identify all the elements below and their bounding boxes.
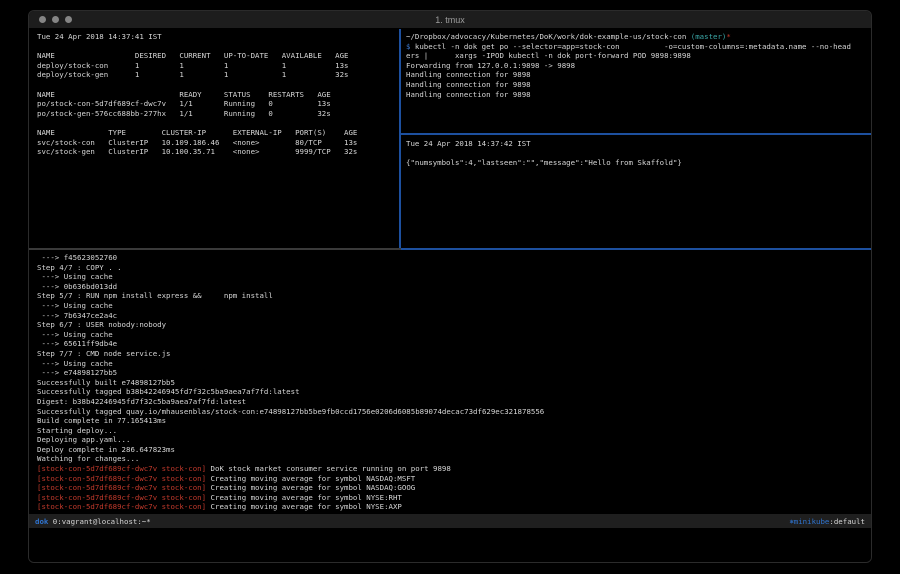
terminal-line: Tue 24 Apr 2018 14:37:41 IST <box>37 32 399 42</box>
terminal-line: po/stock-con-5d7df689cf-dwc7v 1/1 Runnin… <box>37 99 399 109</box>
terminal-line <box>37 118 399 128</box>
terminal-line: deploy/stock-gen 1 1 1 1 32s <box>37 70 399 80</box>
window-list-item[interactable]: 0:vagrant@localhost:~* <box>48 517 150 526</box>
pane-border-split[interactable] <box>29 248 871 250</box>
terminal-line: Digest: b38b42246945fd7f32c5ba9aea7af7fd… <box>37 397 871 407</box>
terminal-line: [stock-con-5d7df689cf-dwc7v stock-con] C… <box>37 493 871 503</box>
kube-context: minikube <box>794 517 830 526</box>
tmux-status-bar: dok 0:vagrant@localhost:~* ⎈minikube:def… <box>29 514 871 528</box>
terminal-line: ---> e74898127bb5 <box>37 368 871 378</box>
terminal-line <box>37 80 399 90</box>
terminal-line: ~/Dropbox/advocacy/Kubernetes/DoK/work/d… <box>406 32 871 42</box>
terminal-line: Tue 24 Apr 2018 14:37:42 IST <box>406 139 871 149</box>
terminal-line: [stock-con-5d7df689cf-dwc7v stock-con] C… <box>37 502 871 512</box>
terminal-line: Watching for changes... <box>37 454 871 464</box>
window-title: 1. tmux <box>29 15 871 25</box>
terminal-line: {"numsymbols":4,"lastseen":"","message":… <box>406 158 871 168</box>
pane-border-inactive-segment <box>29 248 401 250</box>
terminal-line: deploy/stock-con 1 1 1 1 13s <box>37 61 399 71</box>
terminal-line: ---> Using cache <box>37 359 871 369</box>
terminal-line: Handling connection for 9898 <box>406 70 871 80</box>
terminal-line: Step 5/7 : RUN npm install express && np… <box>37 291 871 301</box>
pane-port-forward[interactable]: ~/Dropbox/advocacy/Kubernetes/DoK/work/d… <box>401 29 871 133</box>
pane-kubectl-watch[interactable]: Tue 24 Apr 2018 14:37:41 IST NAME DESIRED… <box>29 29 399 248</box>
terminal-line: NAME READY STATUS RESTARTS AGE <box>37 90 399 100</box>
desktop-background: 1. tmux Tue 24 Apr 2018 14:37:41 IST NAME… <box>0 0 900 574</box>
terminal-line: Forwarding from 127.0.0.1:9898 -> 9898 <box>406 61 871 71</box>
tmux-session: Tue 24 Apr 2018 14:37:41 IST NAME DESIRED… <box>29 29 871 562</box>
terminal-line: Handling connection for 9898 <box>406 80 871 90</box>
terminal-line: ---> 0b636bd013dd <box>37 282 871 292</box>
kube-namespace: :default <box>829 517 865 526</box>
terminal-line: ---> f45623052760 <box>37 253 871 263</box>
terminal-line: [stock-con-5d7df689cf-dwc7v stock-con] C… <box>37 474 871 484</box>
terminal-line: Successfully built e74898127bb5 <box>37 378 871 388</box>
terminal-line: $ kubectl -n dok get po --selector=app=s… <box>406 42 871 52</box>
terminal-line: Deploying app.yaml... <box>37 435 871 445</box>
terminal-line: Deploy complete in 286.647823ms <box>37 445 871 455</box>
terminal-line: svc/stock-con ClusterIP 10.109.186.46 <n… <box>37 138 399 148</box>
terminal-line: ---> Using cache <box>37 301 871 311</box>
pane-border-active-segment <box>401 248 871 250</box>
terminal-line: ---> 65611ff9db4e <box>37 339 871 349</box>
pane-skaffold-build-log[interactable]: ---> f45623052760Step 4/7 : COPY . . ---… <box>29 250 871 514</box>
terminal-line: ---> Using cache <box>37 272 871 282</box>
terminal-line: NAME DESIRED CURRENT UP-TO-DATE AVAILABL… <box>37 51 399 61</box>
terminal-line: po/stock-gen-576cc688bb-277hx 1/1 Runnin… <box>37 109 399 119</box>
terminal-line: ---> 7b6347ce2a4c <box>37 311 871 321</box>
terminal-line: [stock-con-5d7df689cf-dwc7v stock-con] C… <box>37 483 871 493</box>
tmux-top-region: Tue 24 Apr 2018 14:37:41 IST NAME DESIRED… <box>29 29 871 248</box>
window-titlebar[interactable]: 1. tmux <box>29 11 871 29</box>
terminal-line: Build complete in 77.165413ms <box>37 416 871 426</box>
tmux-right-column: ~/Dropbox/advocacy/Kubernetes/DoK/work/d… <box>401 29 871 248</box>
terminal-line: Successfully tagged b38b42246945fd7f32c5… <box>37 387 871 397</box>
terminal-line: ers | xargs -IPOD kubectl -n dok port-fo… <box>406 51 871 61</box>
terminal-window: 1. tmux Tue 24 Apr 2018 14:37:41 IST NAME… <box>28 10 872 563</box>
terminal-line: Starting deploy... <box>37 426 871 436</box>
terminal-line: svc/stock-gen ClusterIP 10.100.35.71 <no… <box>37 147 399 157</box>
terminal-line <box>406 149 871 159</box>
terminal-line: Step 4/7 : COPY . . <box>37 263 871 273</box>
pane-service-response[interactable]: Tue 24 Apr 2018 14:37:42 IST {"numsymbols… <box>401 135 871 248</box>
status-right: ⎈minikube:default <box>789 517 865 526</box>
terminal-line: Step 7/7 : CMD node service.js <box>37 349 871 359</box>
terminal-line <box>37 42 399 52</box>
terminal-line: Handling connection for 9898 <box>406 90 871 100</box>
terminal-line: Step 6/7 : USER nobody:nobody <box>37 320 871 330</box>
terminal-line: NAME TYPE CLUSTER-IP EXTERNAL-IP PORT(S)… <box>37 128 399 138</box>
terminal-line: [stock-con-5d7df689cf-dwc7v stock-con] D… <box>37 464 871 474</box>
status-left: dok 0:vagrant@localhost:~* <box>35 517 151 526</box>
terminal-line: Successfully tagged quay.io/mhausenblas/… <box>37 407 871 417</box>
terminal-line: ---> Using cache <box>37 330 871 340</box>
session-name[interactable]: dok <box>35 517 48 526</box>
